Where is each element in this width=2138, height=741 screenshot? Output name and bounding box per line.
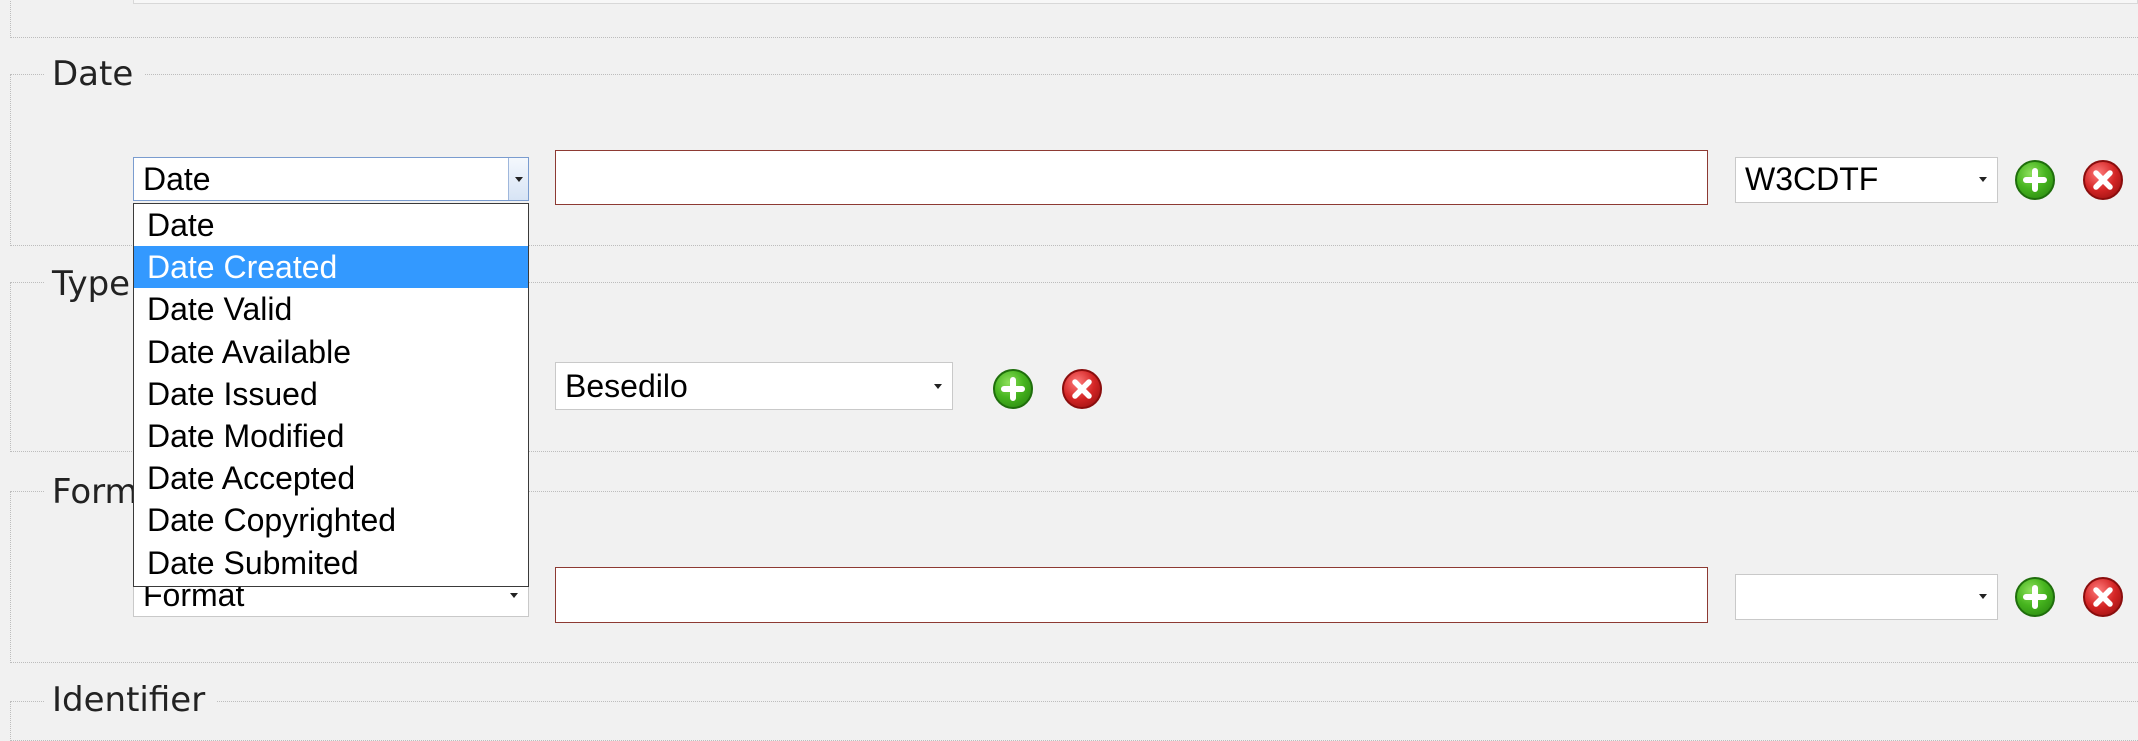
x-circle-icon xyxy=(2093,587,2113,607)
dropdown-option[interactable]: Date Modified xyxy=(134,415,528,457)
type-select-value: Besedilo xyxy=(565,368,688,404)
type-legend: Type xyxy=(44,264,143,304)
dropdown-option-highlighted[interactable]: Date Created xyxy=(134,246,528,289)
type-add-button[interactable] xyxy=(993,369,1033,409)
dropdown-option[interactable]: Date Available xyxy=(134,331,528,373)
plus-circle-icon xyxy=(2023,168,2047,192)
chevron-down-icon xyxy=(1979,594,1987,599)
plus-circle-icon xyxy=(1001,377,1025,401)
date-value-input[interactable] xyxy=(555,150,1708,205)
format-scheme-select[interactable] xyxy=(1735,574,1998,620)
chevron-down-icon xyxy=(934,384,942,389)
format-value-input[interactable] xyxy=(555,567,1708,623)
date-legend: Date xyxy=(44,54,146,94)
previous-input-remnant xyxy=(133,0,2138,4)
previous-fieldset xyxy=(10,0,2138,38)
dropdown-option[interactable]: Date Submited xyxy=(134,542,528,584)
date-scheme-select[interactable]: W3CDTF xyxy=(1735,157,1998,203)
identifier-legend: Identifier xyxy=(44,680,218,720)
chevron-down-icon xyxy=(515,177,523,182)
dropdown-option[interactable]: Date Accepted xyxy=(134,457,528,499)
chevron-down-icon xyxy=(1979,177,1987,182)
type-select[interactable]: Besedilo xyxy=(555,362,953,410)
dropdown-option[interactable]: Date Valid xyxy=(134,288,528,330)
chevron-down-icon xyxy=(510,593,518,598)
dropdown-option[interactable]: Date xyxy=(134,204,528,246)
dropdown-option[interactable]: Date Issued xyxy=(134,373,528,415)
format-add-button[interactable] xyxy=(2015,577,2055,617)
date-scheme-value: W3CDTF xyxy=(1745,161,1879,197)
x-circle-icon xyxy=(1072,379,1092,399)
date-remove-button[interactable] xyxy=(2083,160,2123,200)
date-add-button[interactable] xyxy=(2015,160,2055,200)
date-qualifier-value: Date xyxy=(143,161,211,197)
date-qualifier-dropdown-list[interactable]: Date Date Created Date Valid Date Availa… xyxy=(133,203,529,587)
x-circle-icon xyxy=(2093,170,2113,190)
format-remove-button[interactable] xyxy=(2083,577,2123,617)
dropdown-option[interactable]: Date Copyrighted xyxy=(134,499,528,541)
type-remove-button[interactable] xyxy=(1062,369,1102,409)
date-qualifier-select[interactable]: Date xyxy=(133,157,529,201)
identifier-fieldset xyxy=(10,701,2138,741)
plus-circle-icon xyxy=(2023,585,2047,609)
date-qualifier-dropdown-button[interactable] xyxy=(508,158,528,200)
